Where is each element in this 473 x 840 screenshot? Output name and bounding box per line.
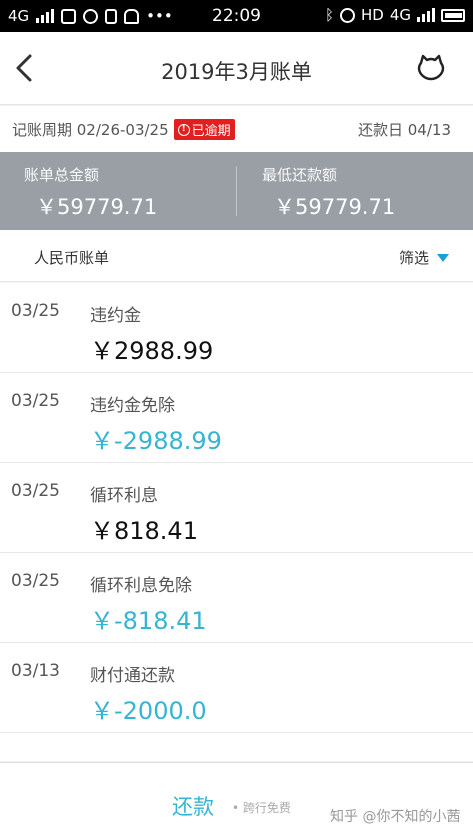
watermark: 知乎 @你不知的小茜 xyxy=(330,809,461,825)
status-bar: 4G ••• 22:09 ᛒ HD 4G xyxy=(0,0,473,32)
billing-period: 记账周期 02/26-03/25 ! 已逾期 xyxy=(12,119,235,140)
transaction-date: 03/25 xyxy=(11,391,60,411)
bottom-bar: 还款 • 跨行免费 知乎 @你不知的小茜 xyxy=(0,762,473,840)
filter-button[interactable]: 筛选 xyxy=(399,247,449,268)
transaction-amount: ￥-2988.99 xyxy=(90,427,222,455)
min-payment-label: 最低还款额 xyxy=(262,166,338,184)
list-header: 人民币账单 筛选 xyxy=(0,230,473,282)
customer-service-icon[interactable] xyxy=(415,52,447,84)
alert-icon: ! xyxy=(177,123,190,136)
transaction-row[interactable]: 03/25 循环利息 ￥818.41 xyxy=(0,463,473,553)
currency-bill-label: 人民币账单 xyxy=(34,249,110,267)
transaction-date: 03/13 xyxy=(11,661,60,681)
min-payment-block: 最低还款额 ￥59779.71 xyxy=(262,164,395,221)
transaction-title: 财付通还款 xyxy=(90,666,175,686)
filter-label: 筛选 xyxy=(398,249,429,267)
transaction-amount: ￥818.41 xyxy=(90,517,198,545)
total-amount-label: 账单总金额 xyxy=(24,166,100,184)
transaction-date: 03/25 xyxy=(11,301,60,321)
transaction-amount: ￥-2000.0 xyxy=(90,697,207,725)
bill-summary: 账单总金额 ￥59779.71 最低还款额 ￥59779.71 xyxy=(0,152,473,230)
fee-note: • 跨行免费 xyxy=(232,801,291,815)
transaction-row[interactable]: 03/25 循环利息免除 ￥-818.41 xyxy=(0,553,473,643)
signal-right-icon xyxy=(417,8,435,22)
transaction-row[interactable]: 03/25 违约金免除 ￥-2988.99 xyxy=(0,373,473,463)
overdue-label: 已逾期 xyxy=(191,124,231,139)
page-title: 2019年3月账单 xyxy=(161,60,312,84)
alarm-icon xyxy=(339,7,355,23)
repay-date: 还款日 04/13 xyxy=(358,121,451,139)
overdue-badge: ! 已逾期 xyxy=(173,119,235,140)
transaction-row[interactable]: 03/13 财付通还款 ￥-2000.0 xyxy=(0,643,473,733)
transaction-amount: ￥2988.99 xyxy=(90,337,214,365)
list-spacer xyxy=(0,733,473,761)
summary-divider xyxy=(236,166,237,216)
transaction-date: 03/25 xyxy=(11,481,60,501)
transaction-amount: ￥-818.41 xyxy=(90,607,207,635)
billing-period-row: 记账周期 02/26-03/25 ! 已逾期 还款日 04/13 xyxy=(0,106,473,152)
transaction-date: 03/25 xyxy=(11,571,60,591)
status-right: ᛒ HD 4G xyxy=(325,6,465,24)
hd-label: HD xyxy=(360,6,384,24)
billing-period-label: 记账周期 02/26-03/25 xyxy=(12,121,169,139)
min-payment-value: ￥59779.71 xyxy=(274,195,396,219)
filter-icon xyxy=(437,253,449,262)
transaction-title: 违约金 xyxy=(90,306,141,326)
total-amount-block: 账单总金额 ￥59779.71 xyxy=(24,164,157,221)
transaction-row[interactable]: 03/25 违约金 ￥2988.99 xyxy=(0,283,473,373)
bluetooth-icon: ᛒ xyxy=(324,6,334,24)
transaction-title: 循环利息 xyxy=(90,486,158,506)
transaction-title: 循环利息免除 xyxy=(90,576,192,596)
battery-icon xyxy=(441,8,465,22)
nav-bar: 2019年3月账单 xyxy=(0,32,473,105)
total-amount-value: ￥59779.71 xyxy=(36,195,158,219)
transaction-title: 违约金免除 xyxy=(90,396,175,416)
network-right-label: 4G xyxy=(389,6,411,24)
repay-button[interactable]: 还款 xyxy=(172,791,214,821)
transaction-list: 03/25 违约金 ￥2988.99 03/25 违约金免除 ￥-2988.99 03/25… xyxy=(0,283,473,761)
